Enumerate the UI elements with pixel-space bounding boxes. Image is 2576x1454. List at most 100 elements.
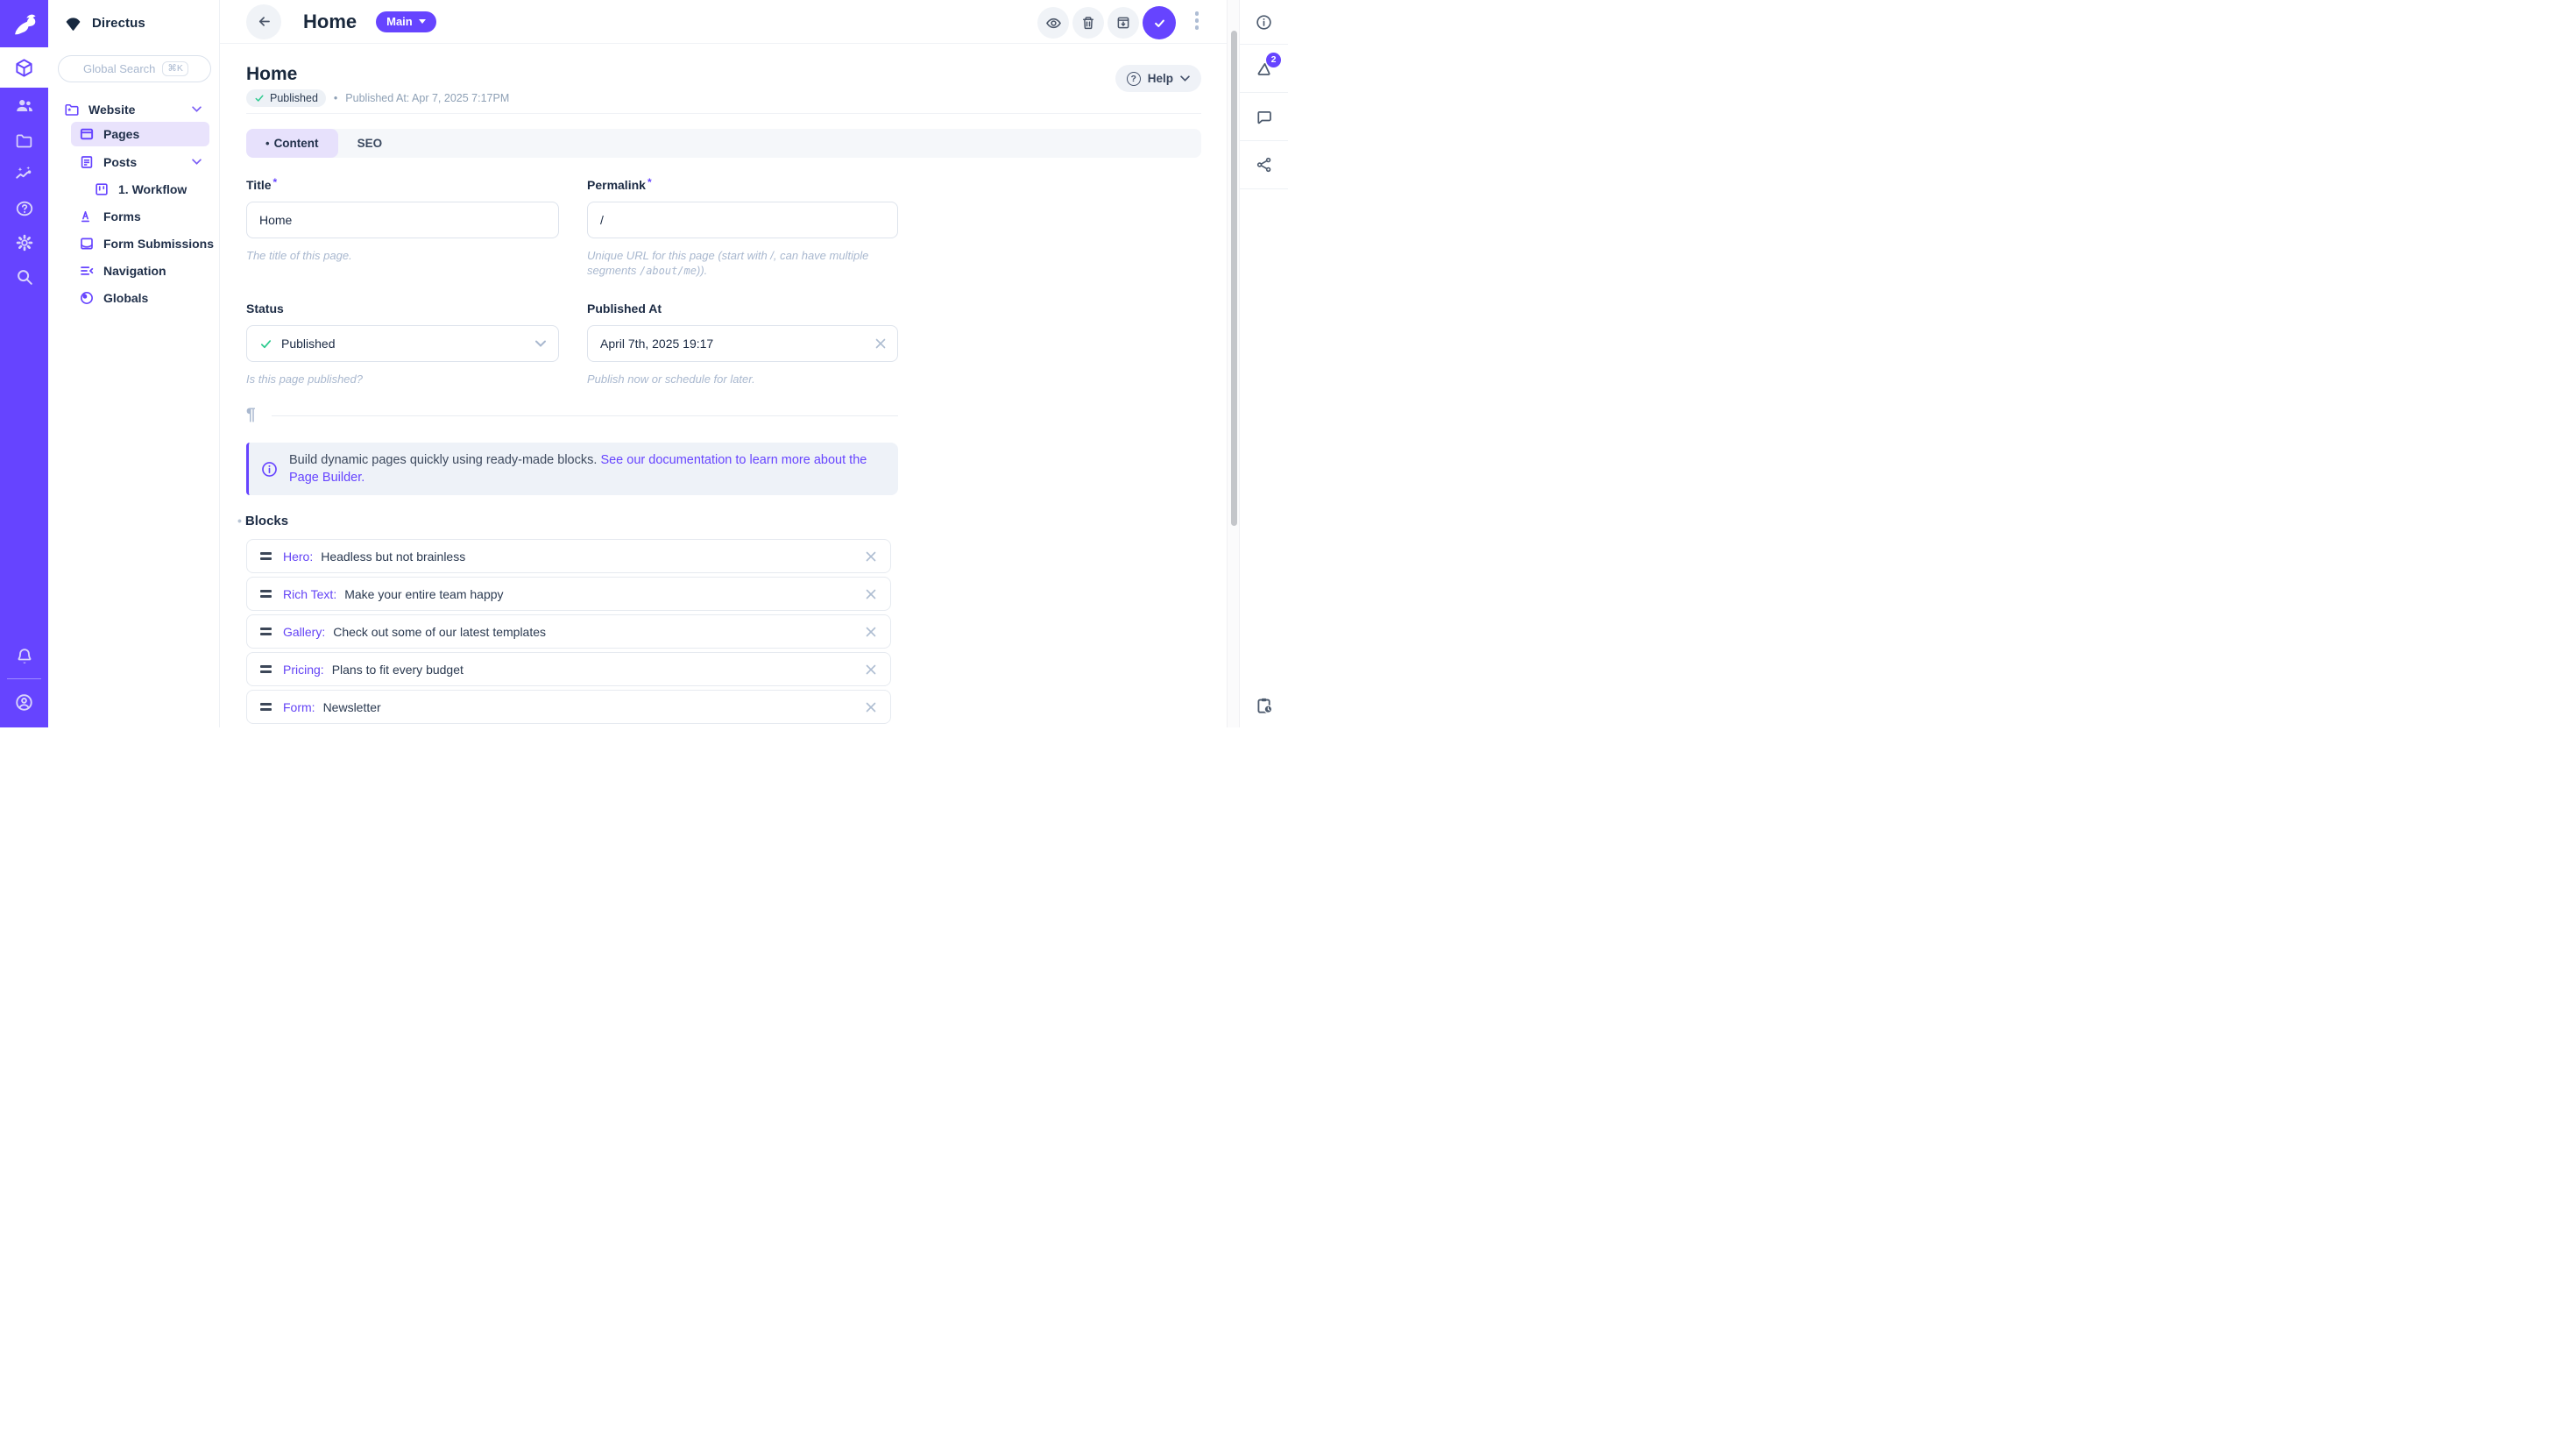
drag-handle-icon[interactable] [260, 665, 272, 672]
users-icon[interactable] [15, 96, 34, 116]
field-status: Status Published Is this page published? [246, 301, 559, 387]
scrollbar-thumb[interactable] [1231, 31, 1237, 526]
block-title: Headless but not brainless [321, 550, 465, 564]
header-actions [1037, 6, 1176, 39]
sidebar-item-form-submissions[interactable]: Form Submissions [48, 230, 219, 257]
field-permalink: Permalink* Unique URL for this page (sta… [587, 176, 898, 279]
drag-handle-icon[interactable] [260, 590, 272, 597]
version-label: Main [386, 15, 413, 28]
module-bar [0, 0, 48, 727]
chevron-down-icon[interactable] [192, 106, 202, 112]
share-panel-button[interactable] [1240, 141, 1288, 189]
sidebar-item-label: Website [88, 103, 135, 117]
status-select[interactable]: Published [246, 325, 559, 362]
comment-icon [1255, 108, 1273, 126]
sidebar-item-label: Navigation [103, 264, 166, 278]
remove-icon[interactable] [865, 550, 877, 563]
directus-logo[interactable] [0, 0, 48, 47]
remove-icon[interactable] [865, 663, 877, 676]
preview-eye-button[interactable] [1037, 7, 1069, 39]
chevron-down-icon[interactable] [192, 159, 202, 165]
comments-panel-button[interactable] [1240, 93, 1288, 141]
sidebar-item-label: 1. Workflow [118, 182, 187, 196]
field-label: Permalink* [587, 176, 898, 192]
tab-content[interactable]: Content [246, 129, 338, 158]
status-value: Published [281, 337, 336, 351]
field-note: Is this page published? [246, 372, 559, 387]
back-button[interactable] [246, 4, 281, 39]
delete-button[interactable] [1072, 7, 1104, 39]
archive-button[interactable] [1108, 7, 1139, 39]
pages-icon [79, 126, 95, 142]
sidebar-item-pages[interactable]: Pages [71, 122, 209, 146]
scrollbar-track[interactable] [1227, 0, 1240, 727]
block-type-link[interactable]: Pricing: [283, 663, 324, 677]
sidebar-item-posts[interactable]: Posts [48, 148, 219, 175]
help-button[interactable]: Help [1115, 65, 1201, 92]
global-search-input[interactable]: Global Search ⌘K [58, 55, 211, 82]
permalink-code: /about/me [640, 265, 697, 277]
project-row[interactable]: Directus [48, 0, 219, 33]
tab-seo[interactable]: SEO [338, 129, 402, 158]
title-section: Home Published • Published At: Apr 7, 20… [246, 44, 1201, 114]
sidebar-item-workflow[interactable]: 1. Workflow [48, 175, 219, 202]
sidebar-item-navigation[interactable]: Navigation [48, 257, 219, 284]
insights-icon[interactable] [15, 165, 34, 184]
remove-icon[interactable] [865, 626, 877, 638]
clear-icon[interactable] [874, 337, 887, 350]
sidebar-item-forms[interactable]: Forms [48, 202, 219, 230]
check-icon [254, 93, 265, 103]
paragraph-divider: ¶ [246, 406, 898, 425]
posts-icon [79, 154, 95, 170]
user-avatar-icon[interactable] [0, 692, 48, 713]
remove-icon[interactable] [865, 701, 877, 713]
drag-handle-icon[interactable] [260, 552, 272, 559]
field-label: Published At [587, 301, 898, 316]
module-content-active[interactable] [0, 47, 48, 88]
revisions-clipboard-icon[interactable] [1240, 696, 1288, 715]
tab-label: Content [274, 137, 319, 150]
settings-icon[interactable] [15, 233, 34, 252]
info-icon [1255, 13, 1273, 32]
divider-line [272, 415, 898, 416]
separator-dot: • [334, 92, 337, 104]
required-star: * [648, 176, 652, 188]
more-options-button[interactable] [1195, 11, 1200, 30]
block-type-link[interactable]: Hero: [283, 550, 313, 564]
permalink-input[interactable] [587, 202, 898, 238]
sidebar-item-globals[interactable]: Globals [48, 284, 219, 311]
sidebar-item-website[interactable]: Website [48, 98, 219, 120]
module-icons [0, 96, 48, 287]
help-label: Help [1148, 72, 1173, 85]
search-shortcut: ⌘K [162, 61, 188, 76]
version-dropdown[interactable]: Main [376, 11, 436, 32]
notifications-bell-icon[interactable] [0, 647, 48, 666]
item-heading: Home [246, 64, 297, 85]
block-type-link[interactable]: Rich Text: [283, 587, 336, 601]
folder-icon[interactable] [15, 131, 34, 150]
block-row-form[interactable]: Form: Newsletter [246, 690, 891, 724]
notification-count-badge: 2 [1266, 53, 1281, 67]
notifications-panel-button[interactable]: 2 [1240, 45, 1288, 93]
help-icon[interactable] [15, 199, 34, 218]
block-row-hero[interactable]: Hero: Headless but not brainless [246, 539, 891, 573]
project-name: Directus [92, 16, 145, 31]
block-type-link[interactable]: Gallery: [283, 625, 325, 639]
drag-handle-icon[interactable] [260, 703, 272, 710]
title-input[interactable] [246, 202, 559, 238]
block-row-gallery[interactable]: Gallery: Check out some of our latest te… [246, 614, 891, 649]
required-star: * [273, 176, 278, 188]
published-at-input[interactable]: April 7th, 2025 19:17 [587, 325, 898, 362]
block-row-richtext[interactable]: Rich Text: Make your entire team happy [246, 577, 891, 611]
drag-handle-icon[interactable] [260, 628, 272, 635]
search-icon[interactable] [15, 267, 34, 287]
block-title: Newsletter [323, 700, 381, 714]
info-panel-button[interactable] [1240, 0, 1288, 45]
save-button[interactable] [1143, 6, 1176, 39]
sidebar-divider [7, 678, 41, 679]
remove-icon[interactable] [865, 588, 877, 600]
block-type-link[interactable]: Form: [283, 700, 315, 714]
block-row-pricing[interactable]: Pricing: Plans to fit every budget [246, 652, 891, 686]
nav-list-icon [79, 263, 95, 279]
inbox-icon [79, 236, 95, 252]
